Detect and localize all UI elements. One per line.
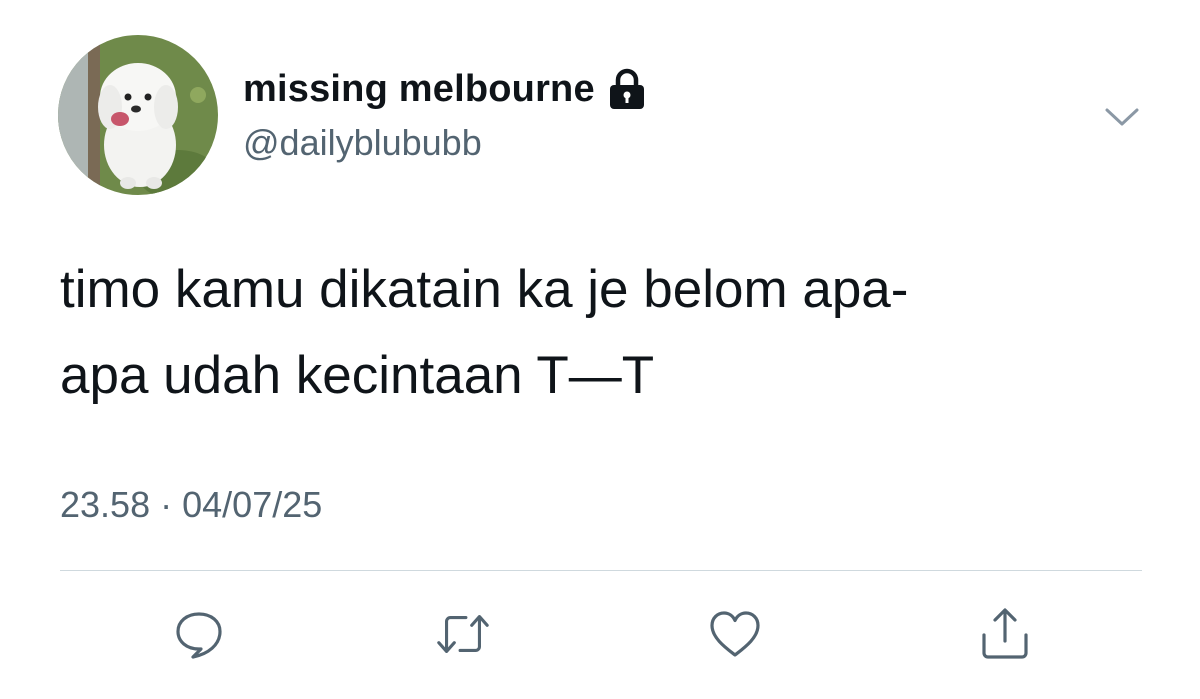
tweet-text: timo kamu dikatain ka je belom apa- apa … <box>60 260 909 405</box>
reply-icon <box>176 612 222 659</box>
author-handle[interactable]: @dailyblububb <box>243 122 482 164</box>
dog-photo <box>58 35 218 195</box>
author-name-row: missing melbourne <box>243 66 649 112</box>
retweet-button[interactable] <box>433 606 493 662</box>
like-button[interactable] <box>705 606 765 662</box>
chevron-down-icon[interactable] <box>1100 100 1144 136</box>
lock-icon <box>605 68 649 110</box>
retweet-icon <box>437 615 489 653</box>
share-icon <box>982 608 1028 659</box>
meta-separator: · <box>160 484 173 525</box>
avatar[interactable] <box>58 35 218 195</box>
display-name[interactable]: missing melbourne <box>243 68 595 111</box>
tweet-time: 23.58 <box>60 484 151 525</box>
tweet-date: 04/07/25 <box>182 484 323 525</box>
divider <box>60 570 1142 571</box>
share-button[interactable] <box>975 606 1035 662</box>
reply-button[interactable] <box>169 606 229 662</box>
tweet-timestamp[interactable]: 23.58 · 04/07/25 <box>60 484 322 526</box>
heart-icon <box>710 611 760 657</box>
